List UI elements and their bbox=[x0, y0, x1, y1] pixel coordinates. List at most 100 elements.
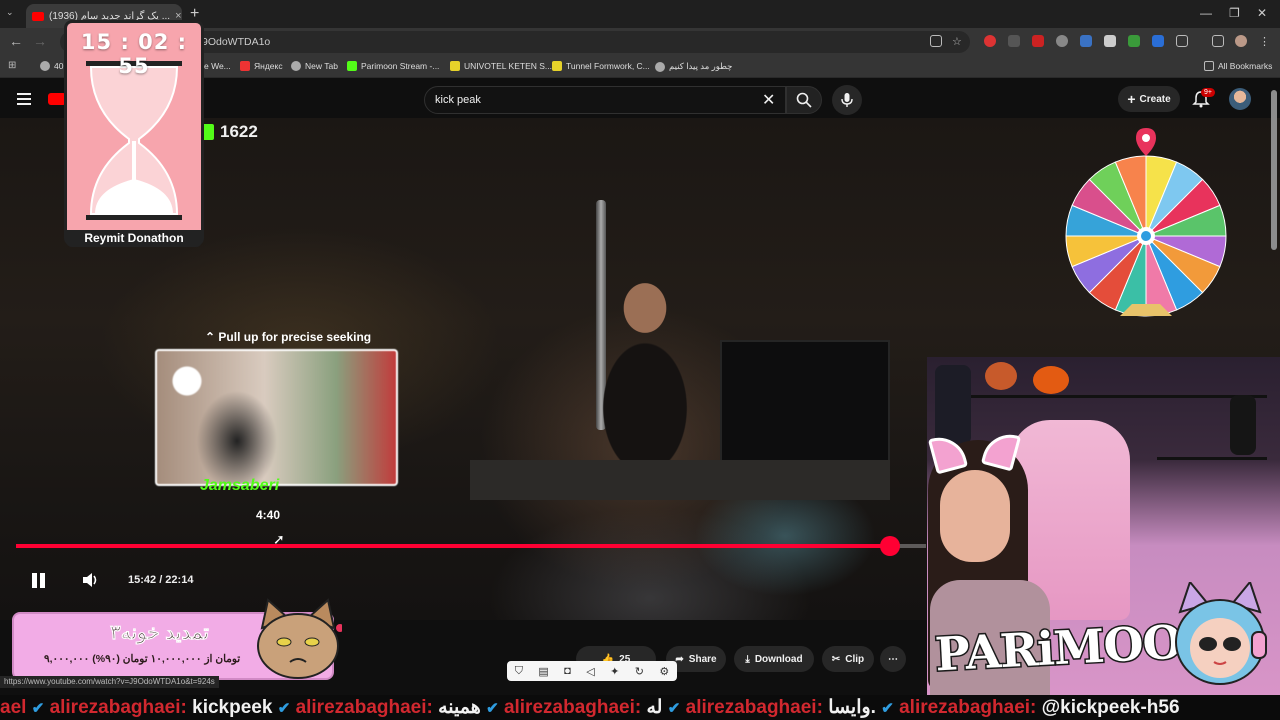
verified-badge-icon: ✔ bbox=[31, 700, 45, 717]
mouse-cursor-icon: ➚ bbox=[273, 531, 285, 547]
bookmark-univotel[interactable]: UNIVOTEL KETEN S... bbox=[450, 61, 552, 71]
chat-ticker: ael ✔ alirezabaghaei: kickpeek ✔ alireza… bbox=[0, 695, 1280, 720]
minimize-icon[interactable]: — bbox=[1200, 6, 1212, 20]
extensions-puzzle-icon[interactable] bbox=[1176, 35, 1188, 47]
shelf-shape bbox=[1157, 457, 1267, 460]
reading-list-icon[interactable] bbox=[1212, 35, 1224, 47]
yandex-icon bbox=[240, 61, 250, 71]
download-button[interactable]: ⤓ Download bbox=[734, 646, 814, 672]
more-actions-button[interactable]: ⋯ bbox=[880, 646, 906, 672]
profile-icon[interactable] bbox=[1235, 35, 1247, 47]
extension-shield-icon[interactable] bbox=[1104, 35, 1116, 47]
scissors-icon: ✂ bbox=[831, 653, 841, 665]
volume-icon[interactable] bbox=[82, 572, 100, 588]
bookmark-1[interactable]: 40 bbox=[40, 61, 63, 71]
create-button[interactable]: + Create bbox=[1118, 86, 1180, 112]
clip-button[interactable]: ✂ Clip bbox=[822, 646, 874, 672]
menu-icon[interactable] bbox=[17, 93, 31, 108]
ticker-user: alirezabaghaei: bbox=[295, 697, 433, 718]
extension-green-icon[interactable] bbox=[1128, 35, 1140, 47]
back-icon[interactable]: ← bbox=[9, 33, 23, 49]
preview-time: 4:40 bbox=[256, 508, 281, 522]
share-label: Share bbox=[688, 653, 717, 665]
chrome-menu-icon[interactable]: ⋮ bbox=[1259, 35, 1271, 48]
more-icon: ⋯ bbox=[888, 653, 898, 665]
extension-r-icon[interactable] bbox=[1008, 35, 1020, 47]
bookmark-label: Tunnel Formwork, C... bbox=[566, 61, 650, 71]
all-bookmarks-label: All Bookmarks bbox=[1218, 61, 1273, 71]
video-desk-shape bbox=[470, 460, 890, 500]
progress-bar[interactable] bbox=[16, 536, 926, 556]
banner-title: تمدید خونه۳ bbox=[110, 622, 209, 645]
ticker-message: همینه bbox=[438, 697, 481, 718]
clear-search-icon[interactable]: ✕ bbox=[762, 90, 775, 110]
account-avatar[interactable] bbox=[1229, 88, 1251, 110]
bookmark-label: چطور مد پیدا کنیم bbox=[669, 61, 733, 71]
progress-scrubber[interactable] bbox=[879, 536, 900, 556]
extension-red-icon[interactable] bbox=[984, 35, 996, 47]
clapper-icon[interactable]: ▤ bbox=[538, 665, 548, 678]
search-input[interactable]: kick peak bbox=[424, 86, 786, 114]
kick-icon bbox=[347, 61, 357, 71]
ticker-user: alirezabaghaei: bbox=[899, 697, 1037, 718]
speaker-icon[interactable]: ◁ bbox=[586, 665, 594, 678]
maximize-icon[interactable]: ❐ bbox=[1229, 6, 1240, 20]
banner-subtitle: ۹,۰۰۰,۰۰۰ تومان از ۱۰,۰۰۰,۰۰۰ تومان (۹۰%… bbox=[44, 653, 241, 665]
pin-icon[interactable]: ✦ bbox=[610, 665, 619, 678]
voice-search-button[interactable] bbox=[832, 85, 862, 115]
bookmark-label: UNIVOTEL KETEN S... bbox=[464, 61, 553, 71]
search-button[interactable] bbox=[786, 86, 822, 114]
settings-icon[interactable]: ⚙ bbox=[659, 665, 669, 678]
shield-icon[interactable]: ⛉ bbox=[515, 665, 523, 678]
pause-button[interactable] bbox=[30, 571, 48, 589]
extension-video-icon[interactable] bbox=[1032, 35, 1044, 47]
batman-figure bbox=[935, 365, 971, 445]
ticker-user: ael bbox=[0, 697, 27, 718]
globe-icon bbox=[655, 61, 665, 72]
verified-badge-icon: ✔ bbox=[881, 700, 894, 717]
ticker-message: وایسا. bbox=[828, 697, 876, 718]
search-value: kick peak bbox=[435, 94, 481, 106]
ticker-message: له bbox=[646, 697, 663, 718]
close-window-icon[interactable]: ✕ bbox=[1257, 6, 1267, 20]
venom-figure bbox=[1230, 395, 1256, 455]
plus-icon: + bbox=[1127, 91, 1136, 107]
extension-translate-icon[interactable] bbox=[1152, 35, 1164, 47]
chevron-up-icon: ⌃ bbox=[205, 330, 216, 344]
viewer-count-value: 1622 bbox=[220, 122, 258, 141]
page-scrollbar[interactable] bbox=[1271, 90, 1277, 250]
search-icon bbox=[796, 92, 812, 108]
all-bookmarks[interactable]: All Bookmarks bbox=[1204, 61, 1272, 71]
globe-icon bbox=[291, 61, 301, 71]
extension-blue-icon[interactable] bbox=[1080, 35, 1092, 47]
bookmark-tunnel[interactable]: Tunnel Formwork, C... bbox=[552, 61, 650, 71]
timer-value: 15 : 02 : 55 bbox=[80, 30, 188, 78]
bookmark-parimoon[interactable]: Parimoon Stream -... bbox=[347, 61, 439, 71]
pumpkin-figure bbox=[1033, 366, 1069, 394]
bookmark-yandex[interactable]: Яндекс bbox=[240, 61, 283, 71]
ticker-user: alirezabaghaei: bbox=[503, 697, 642, 718]
bookmark-star-icon[interactable]: ☆ bbox=[952, 35, 964, 48]
tab-search-icon[interactable]: ⌄ bbox=[6, 7, 14, 18]
bookmark-newtab[interactable]: New Tab bbox=[291, 61, 338, 71]
ticker-message: @kickpeek-h56 bbox=[1041, 697, 1180, 718]
bookmark-2[interactable]: e We... bbox=[204, 61, 231, 71]
pumpkin-figure bbox=[985, 362, 1017, 390]
streamer-face bbox=[940, 470, 1010, 562]
apps-icon[interactable]: ⊞ bbox=[8, 60, 16, 71]
ticker-user: alirezabaghaei: bbox=[685, 697, 823, 718]
extension-globe-icon[interactable] bbox=[1056, 35, 1068, 47]
ticker-user: alirezabaghaei: bbox=[49, 697, 187, 718]
create-label: Create bbox=[1139, 93, 1171, 105]
refresh-icon[interactable]: ↻ bbox=[635, 665, 644, 678]
grumpy-cat-icon bbox=[257, 598, 342, 679]
bookmark-persian[interactable]: چطور مد پیدا کنیم bbox=[655, 61, 732, 72]
forward-icon[interactable]: → bbox=[33, 33, 47, 49]
video-monitor-shape bbox=[720, 340, 890, 470]
chibi-avatar-icon bbox=[1175, 582, 1267, 685]
pause-bar bbox=[40, 573, 45, 588]
install-icon[interactable] bbox=[930, 35, 942, 47]
s-icon bbox=[552, 61, 562, 71]
shelf-shape bbox=[967, 395, 1267, 398]
camera-icon[interactable]: ◘ bbox=[564, 665, 571, 677]
